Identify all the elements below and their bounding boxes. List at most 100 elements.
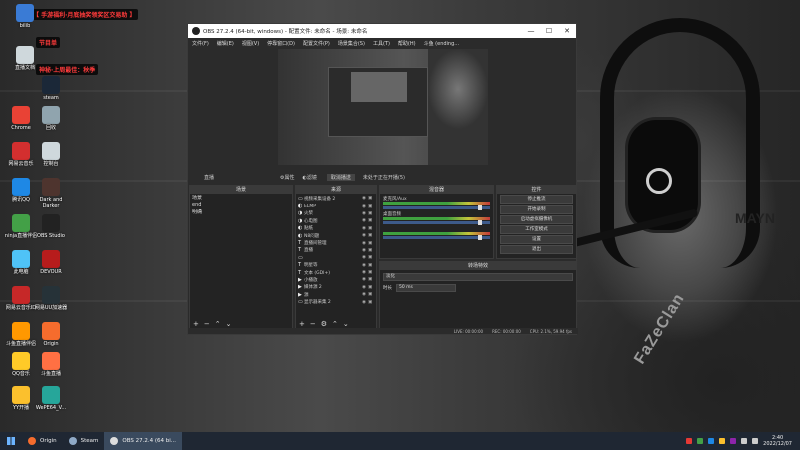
- tray-app-icon[interactable]: [719, 438, 726, 444]
- move-down-icon[interactable]: ⌄: [226, 320, 232, 328]
- taskbar-clock[interactable]: 2:40 2022/12/07: [763, 435, 792, 447]
- desktop-icon[interactable]: 网易云音乐: [4, 142, 38, 167]
- taskbar-origin[interactable]: Origin: [22, 432, 63, 450]
- start-recording-button[interactable]: 开始录制: [500, 205, 573, 214]
- desktop-icon[interactable]: ninja直播伴侣: [4, 214, 38, 239]
- lock-icon[interactable]: ▣: [368, 285, 374, 290]
- scene-item[interactable]: 明确: [192, 209, 290, 216]
- menu-profile[interactable]: 配置文件(P): [303, 40, 330, 47]
- properties-button[interactable]: ⚙属性: [280, 174, 294, 181]
- tray-app-icon[interactable]: [730, 438, 737, 444]
- network-icon[interactable]: [741, 438, 748, 444]
- cancel-broadcast-button[interactable]: 取消播送: [326, 174, 355, 181]
- source-item[interactable]: T 直播 ◉ ▣: [298, 247, 374, 254]
- tray-app-icon[interactable]: [686, 438, 693, 444]
- add-scene-icon[interactable]: +: [193, 320, 199, 328]
- source-item[interactable]: ▶ 小播放 ◉ ▣: [298, 276, 374, 283]
- desktop-icon[interactable]: 网易云音乐ID: [4, 286, 38, 311]
- scene-item[interactable]: end: [192, 202, 290, 209]
- source-item[interactable]: ▭ 显示器采集 2 ◉ ▣: [298, 298, 374, 305]
- desktop-icon[interactable]: 此电脑: [4, 250, 38, 275]
- lock-icon[interactable]: ▣: [368, 241, 374, 246]
- volume-slider[interactable]: [383, 235, 490, 240]
- scene-item[interactable]: 场景: [192, 195, 290, 202]
- lock-icon[interactable]: ▣: [368, 263, 374, 268]
- settings-button[interactable]: 设置: [500, 235, 573, 244]
- desktop-icon[interactable]: Dark and Darker: [34, 178, 68, 209]
- filters-button[interactable]: ◐滤镜: [303, 174, 317, 181]
- lock-icon[interactable]: ▣: [368, 270, 374, 275]
- desktop-icon[interactable]: 回收: [34, 106, 68, 131]
- close-button[interactable]: ✕: [558, 27, 576, 35]
- transition-select[interactable]: 淡化: [383, 273, 573, 281]
- menu-douyu[interactable]: 斗鱼 (ending...: [424, 40, 459, 47]
- desktop-icon[interactable]: 网易UU加速器: [34, 286, 68, 311]
- source-item[interactable]: ◐ ELMP ◉ ▣: [298, 202, 374, 209]
- source-item[interactable]: ◑ 火柴 ◉ ▣: [298, 210, 374, 217]
- source-item[interactable]: ▭ 视频采集设备 2 ◉ ▣: [298, 195, 374, 202]
- studio-mode-button[interactable]: 工作室模式: [500, 225, 573, 234]
- taskbar-steam[interactable]: Steam: [63, 432, 105, 450]
- desktop-icon[interactable]: 斗鱼直播: [34, 352, 68, 377]
- volume-icon[interactable]: [752, 438, 759, 444]
- source-settings-icon[interactable]: ⚙: [321, 320, 327, 328]
- stop-streaming-button[interactable]: 停止推流: [500, 195, 573, 204]
- remove-source-icon[interactable]: −: [310, 320, 316, 328]
- source-item[interactable]: T 明星等 ◉ ▣: [298, 262, 374, 269]
- desktop-icon[interactable]: Origin: [34, 322, 68, 347]
- desktop-icon[interactable]: QQ音乐: [4, 352, 38, 377]
- move-up-icon[interactable]: ⌃: [332, 320, 338, 328]
- desktop-icon[interactable]: Chrome: [4, 106, 38, 131]
- desktop-icon[interactable]: 腾讯QQ: [4, 178, 38, 203]
- desktop-icon[interactable]: bilib: [8, 4, 42, 29]
- lock-icon[interactable]: ▣: [368, 233, 374, 238]
- menu-docks[interactable]: 停靠窗口(D): [267, 40, 295, 47]
- volume-slider[interactable]: [383, 220, 490, 225]
- lock-icon[interactable]: ▣: [368, 292, 374, 297]
- desktop-icon[interactable]: WePE64_V...: [34, 386, 68, 411]
- virtual-camera-button[interactable]: 启动虚拟摄像机: [500, 215, 573, 224]
- desktop-icon[interactable]: 斗鱼直播伴侣: [4, 322, 38, 347]
- obs-preview[interactable]: [278, 49, 488, 165]
- source-item[interactable]: ◐ 贴纸 ◉ ▣: [298, 225, 374, 232]
- lock-icon[interactable]: ▣: [368, 226, 374, 231]
- lock-icon[interactable]: ▣: [368, 255, 374, 260]
- desktop-icon[interactable]: OBS Studio: [34, 214, 68, 239]
- source-item[interactable]: ◑ 心电图 ◉ ▣: [298, 217, 374, 224]
- desktop-icon[interactable]: DEVOUR: [34, 250, 68, 275]
- move-down-icon[interactable]: ⌄: [343, 320, 349, 328]
- menu-tools[interactable]: 工具(T): [373, 40, 390, 47]
- tray-app-icon[interactable]: [697, 438, 704, 444]
- lock-icon[interactable]: ▣: [368, 211, 374, 216]
- lock-icon[interactable]: ▣: [368, 248, 374, 253]
- menu-edit[interactable]: 编辑(E): [217, 40, 234, 47]
- volume-slider[interactable]: [383, 205, 490, 210]
- move-up-icon[interactable]: ⌃: [215, 320, 221, 328]
- desktop-icon[interactable]: YY开播: [4, 386, 38, 411]
- duration-input[interactable]: 50 ms: [396, 284, 456, 292]
- minimize-button[interactable]: —: [522, 27, 540, 35]
- lock-icon[interactable]: ▣: [368, 277, 374, 282]
- source-item[interactable]: ▭ ◉ ▣: [298, 254, 374, 261]
- desktop-icon[interactable]: 直播文档: [8, 46, 42, 71]
- desktop-icon[interactable]: steam: [34, 76, 68, 101]
- lock-icon[interactable]: ▣: [368, 300, 374, 305]
- lock-icon[interactable]: ▣: [368, 218, 374, 223]
- source-item[interactable]: ◐ N8问题 ◉ ▣: [298, 232, 374, 239]
- source-item[interactable]: ▶ 媒体源 2 ◉ ▣: [298, 284, 374, 291]
- source-item[interactable]: ▶ 源 ◉ ▣: [298, 291, 374, 298]
- remove-scene-icon[interactable]: −: [204, 320, 210, 328]
- tray-app-icon[interactable]: [708, 438, 715, 444]
- menu-view[interactable]: 视图(V): [242, 40, 259, 47]
- menu-help[interactable]: 帮助(H): [398, 40, 416, 47]
- add-source-icon[interactable]: +: [299, 320, 305, 328]
- exit-button[interactable]: 退出: [500, 245, 573, 254]
- source-item[interactable]: T 文本 (GDI+) ◉ ▣: [298, 269, 374, 276]
- desktop-icon[interactable]: 控制台: [34, 142, 68, 167]
- source-item[interactable]: T 直播间管理 ◉ ▣: [298, 239, 374, 246]
- obs-titlebar[interactable]: OBS 27.2.4 (64-bit, windows) - 配置文件: 未命名…: [188, 24, 576, 38]
- menu-file[interactable]: 文件(F): [192, 40, 209, 47]
- menu-scene-collection[interactable]: 场景集合(S): [338, 40, 365, 47]
- lock-icon[interactable]: ▣: [368, 204, 374, 209]
- maximize-button[interactable]: ☐: [540, 27, 558, 35]
